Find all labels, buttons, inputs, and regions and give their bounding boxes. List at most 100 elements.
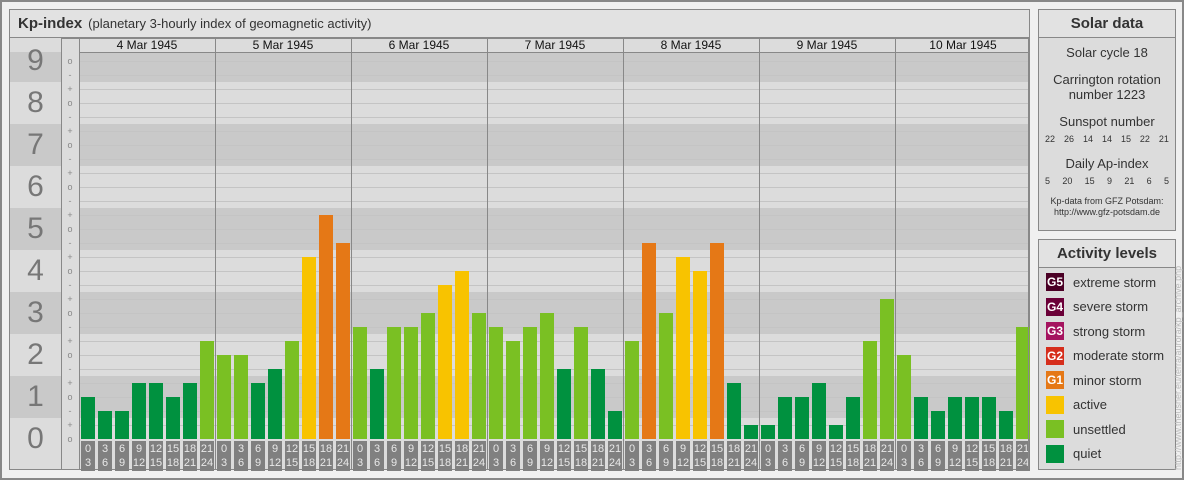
grid-line (79, 187, 1029, 188)
y-subtick: o (67, 140, 73, 150)
time-label: 18 21 (863, 441, 877, 471)
y-subtick: + (67, 126, 73, 136)
time-start: 12 (421, 443, 435, 455)
time-label: 9 12 (268, 441, 282, 471)
time-start: 15 (846, 443, 860, 455)
time-label: 69 (251, 441, 265, 471)
time-label: 36 (778, 441, 792, 471)
time-start: 6 (934, 443, 942, 455)
source-url: http://www.gfz-potsdam.de (1053, 207, 1161, 217)
y-subtick: o (67, 56, 73, 66)
sunspot-value: 14 (1082, 134, 1093, 144)
day-separator (895, 38, 896, 469)
time-end: 3 (84, 457, 92, 469)
kp-bar (744, 425, 758, 439)
time-start: 9 (815, 443, 823, 455)
time-start: 0 (764, 443, 772, 455)
y-subtick: + (67, 252, 73, 262)
kp-bar (98, 410, 112, 439)
kp-bar (370, 368, 384, 439)
grid-line (79, 159, 1029, 160)
time-end: 21 (999, 457, 1013, 469)
time-end: 6 (101, 457, 109, 469)
legend-swatch: G1 (1046, 371, 1064, 390)
ap-values: 5 20 15 9 21 6 5 (1039, 176, 1175, 186)
kp-bar (200, 341, 214, 439)
y-tick-label: 1 (27, 380, 44, 413)
day-label: 9 Mar 1945 (796, 38, 858, 52)
time-label: 12 15 (965, 441, 979, 471)
ap-value: 21 (1124, 176, 1135, 186)
grid-line (79, 117, 1029, 118)
legend-label: extreme storm (1073, 274, 1157, 290)
y-subtick: + (67, 168, 73, 178)
grid-line (79, 131, 1029, 132)
kp-bar (455, 271, 469, 439)
time-start: 0 (492, 443, 500, 455)
legend-item: G5 extreme storm (1039, 270, 1175, 295)
time-end: 18 (302, 457, 316, 469)
time-label: 69 (659, 441, 673, 471)
kp-bar (353, 326, 367, 439)
time-start: 12 (693, 443, 707, 455)
time-end: 24 (608, 457, 622, 469)
time-label: 69 (523, 441, 537, 471)
kp-bar (81, 397, 95, 439)
kp-bar (404, 326, 418, 439)
time-end: 12 (540, 457, 554, 469)
time-end: 12 (812, 457, 826, 469)
time-end: 21 (863, 457, 877, 469)
kp-bar (676, 257, 690, 439)
time-label: 9 12 (404, 441, 418, 471)
time-start: 0 (220, 443, 228, 455)
time-end: 12 (132, 457, 146, 469)
plot-area: 0 1 2 3 4 5 6 7 8 9 o + - o + - o + - o + - o + - o + - o + - o + - o + - o 4 … (10, 38, 1030, 471)
y-subtick: o (67, 98, 73, 108)
time-start: 3 (645, 443, 653, 455)
time-label: 21 24 (200, 441, 214, 471)
time-end: 6 (237, 457, 245, 469)
time-end: 3 (356, 457, 364, 469)
time-start: 15 (982, 443, 996, 455)
time-start: 15 (710, 443, 724, 455)
kp-bar (421, 313, 435, 439)
legend-label: unsettled (1073, 421, 1126, 437)
carrington-number: number 1223 (1068, 87, 1146, 102)
legend-item: active (1039, 393, 1175, 418)
time-label: 12 15 (149, 441, 163, 471)
day-label: 8 Mar 1945 (660, 38, 722, 52)
y-subtick: o (67, 182, 73, 192)
time-start: 3 (781, 443, 789, 455)
time-start: 12 (829, 443, 843, 455)
ap-value: 6 (1146, 176, 1152, 186)
kp-bar (557, 368, 571, 439)
time-end: 9 (798, 457, 806, 469)
watermark: http://www.theusner.eu/terra/aurora/kp_a… (1173, 265, 1183, 470)
time-start: 0 (84, 443, 92, 455)
day-separator (759, 38, 760, 469)
kp-bar (897, 355, 911, 439)
time-label: 9 12 (132, 441, 146, 471)
kp-bar (115, 410, 129, 439)
legend-swatch: G2 (1046, 346, 1064, 365)
legend-label: strong storm (1073, 323, 1146, 339)
y-tick-label: 6 (27, 170, 44, 203)
y-subtick: o (67, 350, 73, 360)
legend-item: G1 minor storm (1039, 368, 1175, 393)
y-tick-label: 8 (27, 86, 44, 119)
kp-bar (999, 410, 1013, 439)
time-start: 21 (472, 443, 486, 455)
time-start: 0 (356, 443, 364, 455)
kp-bar (268, 368, 282, 439)
time-start: 18 (455, 443, 469, 455)
kp-chart-panel: Kp-index (planetary 3-hourly index of geo… (9, 9, 1030, 471)
time-start: 21 (200, 443, 214, 455)
time-end: 15 (557, 457, 571, 469)
time-label: 15 18 (302, 441, 316, 471)
time-start: 12 (285, 443, 299, 455)
legend-label: moderate storm (1073, 348, 1165, 364)
kp-bar (149, 383, 163, 439)
kp-bar (625, 341, 639, 439)
time-start: 9 (135, 443, 143, 455)
time-end: 15 (829, 457, 843, 469)
